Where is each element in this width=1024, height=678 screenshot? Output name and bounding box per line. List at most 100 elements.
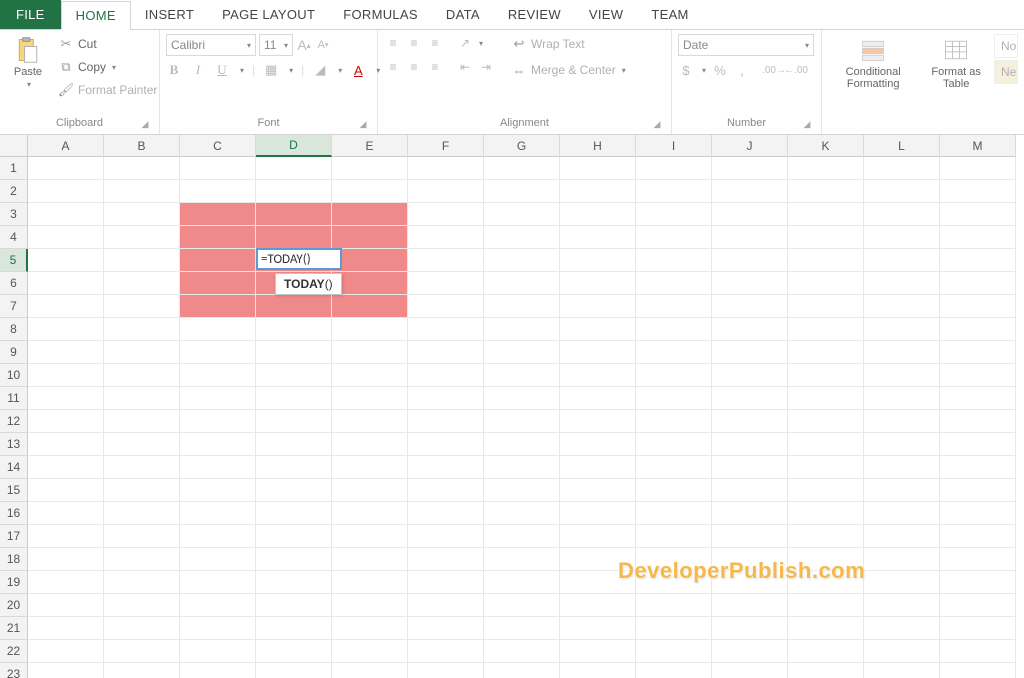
cell[interactable] [940, 364, 1016, 387]
row-header[interactable]: 4 [0, 226, 28, 249]
conditional-formatting-button[interactable]: Conditional Formatting [828, 34, 918, 92]
row-header[interactable]: 10 [0, 364, 28, 387]
accounting-format-icon[interactable]: $ [678, 62, 694, 78]
row-header[interactable]: 9 [0, 341, 28, 364]
dialog-launcher-icon[interactable]: ◢ [357, 118, 369, 130]
row-header[interactable]: 16 [0, 502, 28, 525]
column-header[interactable]: C [180, 135, 256, 157]
cell[interactable] [180, 640, 256, 663]
cell[interactable] [712, 410, 788, 433]
cell[interactable] [256, 341, 332, 364]
select-all-corner[interactable] [0, 135, 28, 157]
font-color-icon[interactable]: A [350, 62, 366, 78]
spreadsheet-grid[interactable]: ABCDEFGHIJKLM 12345678910111213141516171… [0, 135, 1024, 678]
cell[interactable] [636, 410, 712, 433]
row-header[interactable]: 7 [0, 295, 28, 318]
cell[interactable] [864, 341, 940, 364]
cell[interactable] [484, 479, 560, 502]
cell[interactable] [864, 272, 940, 295]
cell[interactable] [864, 249, 940, 272]
cell[interactable] [864, 203, 940, 226]
cell[interactable] [256, 456, 332, 479]
cell[interactable] [332, 249, 408, 272]
cell[interactable] [940, 318, 1016, 341]
cell[interactable] [788, 226, 864, 249]
cell[interactable] [104, 410, 180, 433]
cell[interactable] [28, 525, 104, 548]
row-header[interactable]: 23 [0, 663, 28, 678]
row-header[interactable]: 15 [0, 479, 28, 502]
cell[interactable] [712, 479, 788, 502]
cell[interactable] [332, 387, 408, 410]
cell[interactable] [484, 226, 560, 249]
cell[interactable] [408, 525, 484, 548]
cell[interactable] [180, 272, 256, 295]
cell[interactable] [28, 479, 104, 502]
cell[interactable] [104, 364, 180, 387]
format-as-table-button[interactable]: Format as Table [922, 34, 990, 92]
cell[interactable] [712, 341, 788, 364]
row-header[interactable]: 22 [0, 640, 28, 663]
dialog-launcher-icon[interactable]: ◢ [139, 118, 151, 130]
cell[interactable] [408, 594, 484, 617]
cell[interactable] [104, 502, 180, 525]
cell[interactable] [560, 410, 636, 433]
cell[interactable] [484, 525, 560, 548]
row-header[interactable]: 17 [0, 525, 28, 548]
cell[interactable] [940, 249, 1016, 272]
cell[interactable] [864, 295, 940, 318]
cell[interactable] [712, 272, 788, 295]
cell[interactable] [256, 640, 332, 663]
merge-center-button[interactable]: ⇔ Merge & Center ▾ [507, 60, 630, 80]
cell[interactable] [180, 571, 256, 594]
borders-icon[interactable]: ▦ [263, 62, 279, 78]
cell[interactable] [636, 433, 712, 456]
cell[interactable] [28, 594, 104, 617]
cell[interactable] [256, 663, 332, 678]
cell[interactable] [180, 479, 256, 502]
tab-view[interactable]: VIEW [575, 0, 637, 29]
cell[interactable] [940, 341, 1016, 364]
cell[interactable] [256, 387, 332, 410]
dialog-launcher-icon[interactable]: ◢ [801, 118, 813, 130]
cell[interactable] [104, 341, 180, 364]
cell[interactable] [408, 433, 484, 456]
cell[interactable] [940, 272, 1016, 295]
cell[interactable] [28, 433, 104, 456]
column-header[interactable]: M [940, 135, 1016, 157]
cell[interactable] [636, 318, 712, 341]
cell[interactable] [940, 157, 1016, 180]
cell[interactable] [104, 663, 180, 678]
cell[interactable] [332, 525, 408, 548]
cell[interactable] [560, 456, 636, 479]
cell[interactable] [408, 456, 484, 479]
cell[interactable] [560, 157, 636, 180]
cell[interactable] [104, 617, 180, 640]
row-header[interactable]: 14 [0, 456, 28, 479]
cell[interactable] [332, 617, 408, 640]
cell[interactable] [940, 663, 1016, 678]
cell[interactable] [332, 203, 408, 226]
cell[interactable] [636, 617, 712, 640]
cell[interactable] [940, 456, 1016, 479]
cell[interactable] [180, 295, 256, 318]
cell[interactable] [560, 479, 636, 502]
cell[interactable] [788, 640, 864, 663]
cell[interactable] [104, 548, 180, 571]
cell[interactable] [712, 502, 788, 525]
cell[interactable] [256, 502, 332, 525]
cell[interactable] [636, 525, 712, 548]
cell[interactable] [256, 548, 332, 571]
decrease-indent-icon[interactable]: ⇤ [456, 58, 474, 76]
cell[interactable] [560, 318, 636, 341]
cell[interactable] [940, 525, 1016, 548]
increase-font-icon[interactable]: A▴ [296, 37, 312, 53]
cell[interactable] [484, 387, 560, 410]
cell[interactable] [940, 180, 1016, 203]
cell[interactable] [256, 203, 332, 226]
cell[interactable] [788, 318, 864, 341]
cell[interactable] [940, 502, 1016, 525]
cell[interactable] [28, 226, 104, 249]
row-header[interactable]: 11 [0, 387, 28, 410]
cell[interactable] [484, 203, 560, 226]
